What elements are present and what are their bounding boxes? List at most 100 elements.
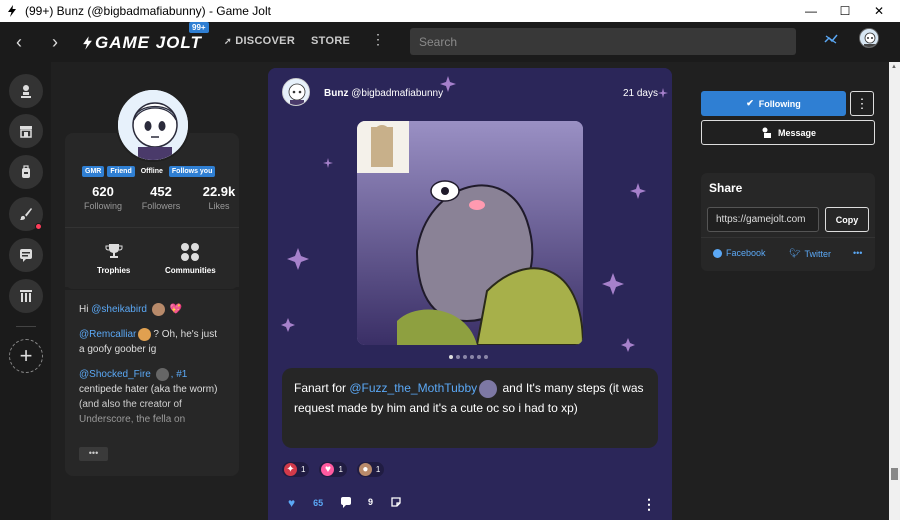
reaction-heart[interactable]: ♥ 1 bbox=[319, 462, 347, 477]
share-twitter-button[interactable]: 🐦︎ Twitter bbox=[789, 248, 831, 259]
bolt-icon bbox=[83, 36, 92, 50]
left-rail: + bbox=[0, 62, 51, 520]
facebook-icon bbox=[713, 248, 722, 258]
reaction-sticker[interactable]: ✦ 1 bbox=[282, 462, 310, 477]
shocked-fire-avatar bbox=[155, 367, 169, 381]
bio-line-1: Hi @sheikabird 💖 bbox=[79, 302, 225, 317]
message-icon bbox=[762, 127, 771, 138]
top-navigation: ‹ › GAME JOLT 99+ ➚ DISCOVER STORE ⋮ Sea… bbox=[0, 22, 900, 62]
rail-library-button[interactable] bbox=[9, 279, 43, 313]
carousel-dot[interactable] bbox=[456, 355, 460, 359]
connection-status-icon[interactable] bbox=[824, 34, 838, 44]
hashtag-one[interactable]: , #1 bbox=[171, 369, 188, 380]
profile-avatar[interactable] bbox=[116, 88, 190, 162]
mention-remcalliar[interactable]: @Remcalliar bbox=[79, 329, 136, 340]
maximize-button[interactable]: ☐ bbox=[828, 0, 862, 22]
communities-link[interactable]: Communities bbox=[165, 242, 216, 275]
rail-store-button[interactable] bbox=[9, 114, 43, 148]
message-button[interactable]: Message bbox=[701, 120, 875, 145]
carousel-dot[interactable] bbox=[477, 355, 481, 359]
carousel-dot[interactable] bbox=[449, 355, 453, 359]
reaction-character-count: 1 bbox=[375, 465, 381, 474]
share-url-field[interactable]: https://gamejolt.com bbox=[707, 207, 819, 232]
copy-button[interactable]: Copy bbox=[825, 207, 869, 232]
store-icon bbox=[20, 126, 32, 138]
post-author-avatar[interactable] bbox=[282, 78, 310, 106]
remcalliar-avatar bbox=[138, 327, 152, 341]
facebook-label: Facebook bbox=[726, 248, 766, 258]
share-more-button[interactable]: ••• bbox=[853, 248, 862, 258]
share-title: Share bbox=[709, 181, 743, 195]
rail-divider bbox=[16, 326, 36, 327]
trophies-link[interactable]: Trophies bbox=[97, 242, 130, 275]
stat-followers-label: Followers bbox=[141, 201, 181, 211]
mention-fuzz[interactable]: @Fuzz_the_MothTubby bbox=[349, 381, 477, 395]
minimize-button[interactable]: — bbox=[794, 0, 828, 22]
heart-icon: ♥ bbox=[288, 496, 296, 510]
user-avatar[interactable] bbox=[859, 28, 879, 48]
post-more-button[interactable]: ⋮ bbox=[642, 496, 656, 513]
twitter-icon: 🐦︎ bbox=[789, 248, 801, 258]
stat-followers[interactable]: 452 Followers bbox=[141, 184, 181, 211]
comment-button[interactable]: 9 bbox=[340, 496, 373, 508]
rail-chat-button[interactable] bbox=[9, 238, 43, 272]
rail-activity-button[interactable] bbox=[9, 74, 43, 108]
message-label: Message bbox=[777, 127, 817, 138]
heart-emoji-icon: 💖 bbox=[169, 304, 182, 315]
discover-link[interactable]: ➚ DISCOVER bbox=[224, 35, 295, 47]
scroll-up-arrow-icon[interactable]: ▲ bbox=[891, 64, 898, 71]
comment-icon bbox=[341, 497, 351, 508]
backpack-icon bbox=[22, 165, 30, 178]
bio-fade-overlay bbox=[65, 400, 239, 450]
tag-offline: Offline bbox=[140, 168, 163, 175]
profile-more-button[interactable]: ⋮ bbox=[850, 91, 874, 116]
share-card: Share https://gamejolt.com Copy Facebook… bbox=[701, 173, 875, 271]
close-button[interactable]: ✕ bbox=[862, 0, 896, 22]
forward-arrow-icon[interactable]: › bbox=[45, 32, 65, 52]
trophy-icon bbox=[105, 244, 123, 258]
paint-brush-icon bbox=[20, 208, 32, 220]
trophies-label: Trophies bbox=[97, 266, 131, 275]
stat-likes-label: Likes bbox=[208, 201, 230, 211]
page-scrollbar[interactable]: ▲ bbox=[889, 62, 900, 520]
following-button[interactable]: ✔ Following bbox=[701, 91, 846, 116]
stat-following[interactable]: 620 Following bbox=[83, 184, 123, 211]
post-actions: ♥ 65 9 ⋮ bbox=[268, 490, 672, 520]
carousel-dot[interactable] bbox=[463, 355, 467, 359]
post-artwork-image[interactable] bbox=[357, 121, 583, 345]
mention-sheikabird[interactable]: @sheikabird bbox=[91, 304, 147, 315]
chat-icon bbox=[20, 249, 32, 262]
activity-icon bbox=[21, 85, 31, 98]
sticker-button[interactable] bbox=[390, 496, 402, 508]
gamejolt-app-icon bbox=[5, 4, 19, 18]
bio-line-2: @Remcalliar? Oh, he's just a goofy goobe… bbox=[79, 327, 225, 357]
trophies-communities-card: Trophies Communities bbox=[65, 227, 239, 287]
like-button[interactable]: ♥ 65 bbox=[288, 496, 323, 510]
logo-text: GAME JOLT bbox=[95, 33, 202, 52]
compass-icon: ➚ bbox=[224, 36, 232, 46]
search-input[interactable]: Search bbox=[410, 28, 796, 55]
share-links: Facebook 🐦︎ Twitter ••• bbox=[701, 237, 875, 271]
stat-likes: 22.9k Likes bbox=[199, 184, 239, 211]
post-card: Bunz @bigbadmafiabunny 21 days Fanart fo… bbox=[268, 68, 672, 520]
rail-backpack-button[interactable] bbox=[9, 155, 43, 189]
stat-following-count: 620 bbox=[92, 184, 114, 199]
mention-shocked-fire[interactable]: @Shocked_Fire bbox=[79, 369, 151, 380]
carousel-dot[interactable] bbox=[484, 355, 488, 359]
share-facebook-button[interactable]: Facebook bbox=[713, 248, 766, 258]
back-arrow-icon[interactable]: ‹ bbox=[9, 32, 29, 52]
fuzz-avatar bbox=[479, 379, 498, 398]
post-author[interactable]: Bunz @bigbadmafiabunny bbox=[324, 88, 443, 99]
scroll-thumb[interactable] bbox=[891, 468, 898, 480]
bio-expand-button[interactable]: ••• bbox=[79, 447, 108, 461]
stat-following-label: Following bbox=[83, 201, 123, 211]
gamejolt-logo[interactable]: GAME JOLT bbox=[82, 33, 202, 53]
following-label: Following bbox=[758, 98, 801, 109]
add-community-button[interactable]: + bbox=[9, 339, 43, 373]
post-author-name: Bunz bbox=[324, 88, 349, 99]
reaction-character[interactable]: ● 1 bbox=[356, 462, 385, 477]
carousel-dot[interactable] bbox=[470, 355, 474, 359]
post-reactions: ✦ 1 ♥ 1 ● 1 bbox=[282, 462, 385, 477]
store-link[interactable]: STORE bbox=[311, 35, 350, 47]
more-menu-icon[interactable]: ⋮ bbox=[371, 32, 385, 46]
